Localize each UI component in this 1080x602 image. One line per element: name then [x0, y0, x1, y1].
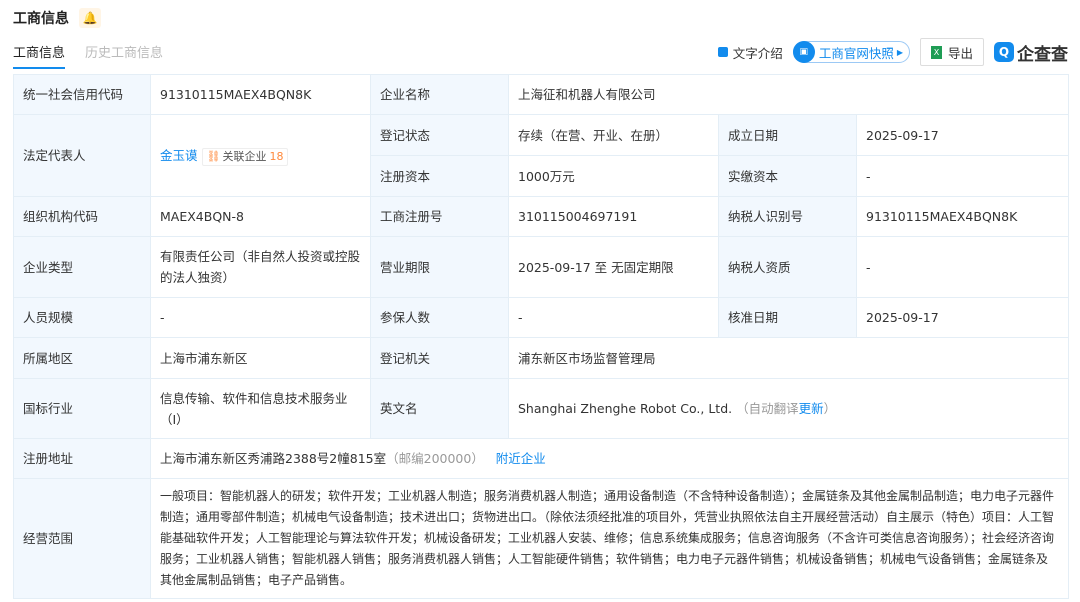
tab-business-info[interactable]: 工商信息: [13, 42, 66, 69]
label: 纳税人资质: [718, 236, 857, 298]
related-count: 18: [269, 150, 284, 163]
authority: 浦东新区市场监督管理局: [508, 337, 1069, 379]
toolbar: 文字介绍 ▣ 工商官网快照 ▶ X 导出 Q 企查查: [717, 38, 1068, 66]
tabs: 工商信息 历史工商信息: [13, 42, 163, 69]
export-label: 导出: [947, 45, 973, 61]
table-row: 注册地址 上海市浦东新区秀浦路2388号2幢815室（邮编200000） 附近企…: [13, 438, 1069, 479]
label: 企业类型: [13, 236, 151, 298]
label: 人员规模: [13, 297, 151, 338]
section-title: 工商信息 🔔: [13, 8, 101, 28]
label: 登记状态: [370, 114, 509, 156]
snapshot-button[interactable]: ▣ 工商官网快照 ▶: [792, 41, 910, 63]
excel-icon: X: [930, 45, 942, 59]
table-row: 人员规模 - 参保人数 - 核准日期 2025-09-17: [13, 297, 1069, 338]
tab-history[interactable]: 历史工商信息: [85, 42, 163, 69]
label: 法定代表人: [13, 114, 151, 197]
related-label: 关联企业: [222, 150, 267, 163]
label: 实缴资本: [718, 155, 857, 197]
business-info-table: 统一社会信用代码 91310115MAEX4BQN8K 企业名称 上海征和机器人…: [13, 74, 1069, 599]
label: 注册资本: [370, 155, 509, 197]
label: 国标行业: [13, 378, 151, 439]
zip: （邮编200000）: [386, 451, 484, 466]
table-row: 国标行业 信息传输、软件和信息技术服务业（I） 英文名 Shanghai Zhe…: [13, 378, 1069, 439]
logo: Q 企查查: [994, 40, 1068, 65]
business-scope: 一般项目：智能机器人的研发；软件开发；工业机器人制造；服务消费机器人制造；通用设…: [150, 478, 1069, 599]
bell-icon[interactable]: 🔔: [79, 8, 101, 28]
address-cell: 上海市浦东新区秀浦路2388号2幢815室（邮编200000） 附近企业: [150, 438, 1069, 479]
company-name: 上海征和机器人有限公司: [508, 74, 1069, 115]
capital: 1000万元: [508, 155, 719, 197]
credit-code: 91310115MAEX4BQN8K: [150, 74, 371, 115]
snapshot-label: 工商官网快照: [818, 45, 894, 61]
paren: ）: [823, 401, 837, 416]
tax-qualification: -: [856, 236, 1069, 298]
auto-translate: （自动翻译: [736, 401, 799, 416]
label: 成立日期: [718, 114, 857, 156]
document-icon: [717, 47, 728, 57]
label: 登记机关: [370, 337, 509, 379]
caret-right-icon: ▶: [896, 47, 903, 57]
related-companies-badge[interactable]: ⛓ 关联企业 18: [201, 148, 289, 166]
logo-icon: Q: [994, 42, 1014, 62]
address: 上海市浦东新区秀浦路2388号2幢815室: [160, 451, 387, 466]
title-text: 工商信息: [13, 11, 69, 27]
business-term: 2025-09-17 至 无固定期限: [508, 236, 719, 298]
staff-size: -: [150, 297, 371, 338]
logo-text: 企查查: [1017, 44, 1068, 65]
reg-no: 310115004697191: [508, 196, 719, 237]
approve-date: 2025-09-17: [856, 297, 1069, 338]
label: 工商注册号: [370, 196, 509, 237]
label: 经营范围: [13, 478, 151, 599]
nearby-link[interactable]: 附近企业: [496, 451, 546, 466]
company-type: 有限责任公司（非自然人投资或控股的法人独资）: [150, 236, 371, 298]
industry: 信息传输、软件和信息技术服务业（I）: [150, 378, 371, 439]
legal-rep-link[interactable]: 金玉谟: [160, 148, 198, 163]
label: 核准日期: [718, 297, 857, 338]
status: 存续（在营、开业、在册）: [508, 114, 719, 156]
table-row: 法定代表人 金玉谟 ⛓ 关联企业 18 登记状态 存续（在营、开业、在册） 成立日期 …: [13, 114, 1069, 197]
table-row: 统一社会信用代码 91310115MAEX4BQN8K 企业名称 上海征和机器人…: [13, 74, 1069, 115]
english-name: Shanghai Zhenghe Robot Co., Ltd.: [518, 401, 733, 416]
snapshot-icon: ▣: [792, 41, 815, 63]
update-link[interactable]: 更新: [799, 401, 824, 416]
label: 企业名称: [370, 74, 509, 115]
export-button[interactable]: X 导出: [919, 38, 984, 66]
tax-id: 91310115MAEX4BQN8K: [856, 196, 1069, 237]
table-row: 企业类型 有限责任公司（非自然人投资或控股的法人独资） 营业期限 2025-09…: [13, 236, 1069, 298]
paid-capital: -: [856, 155, 1069, 197]
insured-count: -: [508, 297, 719, 338]
label: 英文名: [370, 378, 509, 439]
org-code: MAEX4BQN-8: [150, 196, 371, 237]
table-row: 所属地区 上海市浦东新区 登记机关 浦东新区市场监督管理局: [13, 337, 1069, 379]
label: 所属地区: [13, 337, 151, 379]
label: 组织机构代码: [13, 196, 151, 237]
table-row: 经营范围 一般项目：智能机器人的研发；软件开发；工业机器人制造；服务消费机器人制…: [13, 478, 1069, 599]
intro-label: 文字介绍: [732, 45, 783, 61]
label: 营业期限: [370, 236, 509, 298]
network-icon: ⛓: [206, 150, 221, 163]
label: 注册地址: [13, 438, 151, 479]
legal-rep-cell: 金玉谟 ⛓ 关联企业 18: [150, 114, 371, 197]
english-name-cell: Shanghai Zhenghe Robot Co., Ltd. （自动翻译更新…: [508, 378, 1069, 439]
region: 上海市浦东新区: [150, 337, 371, 379]
label: 统一社会信用代码: [13, 74, 151, 115]
found-date: 2025-09-17: [856, 114, 1069, 156]
label: 参保人数: [370, 297, 509, 338]
table-row: 组织机构代码 MAEX4BQN-8 工商注册号 310115004697191 …: [13, 196, 1069, 237]
label: 纳税人识别号: [718, 196, 857, 237]
text-intro-button[interactable]: 文字介绍: [717, 43, 783, 62]
